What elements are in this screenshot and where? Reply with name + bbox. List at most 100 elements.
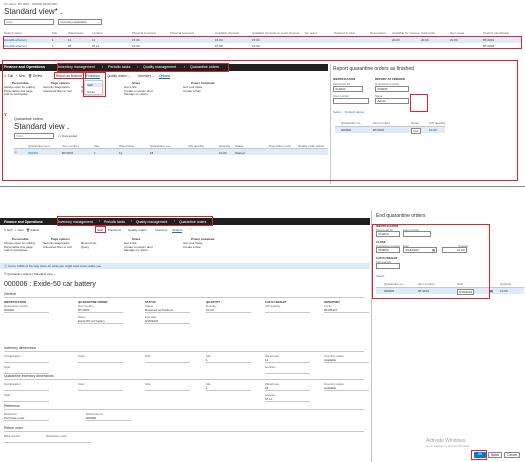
dialog-title: End quarantine orders bbox=[376, 213, 426, 219]
column-header[interactable]: Physical reserved bbox=[170, 31, 194, 35]
column-header[interactable]: Location bbox=[92, 31, 103, 35]
field-underline bbox=[145, 312, 190, 313]
tab-quality-orders[interactable]: Quality orders bbox=[128, 228, 147, 232]
ribbon-item[interactable]: Manage my alerts bbox=[124, 248, 148, 252]
column-header[interactable]: Search name bbox=[4, 31, 22, 35]
tab-inventory[interactable]: Inventory bbox=[155, 228, 167, 232]
batch-button[interactable]: Batch bbox=[488, 452, 502, 458]
section-divider bbox=[4, 379, 364, 380]
field-label: Configuration bbox=[4, 382, 21, 386]
field-underline bbox=[324, 312, 369, 313]
field-underline bbox=[78, 323, 123, 324]
info-icon: ⓘ bbox=[4, 264, 8, 268]
table-row-highlight bbox=[3, 36, 522, 49]
inventory-dropdown[interactable]: Inventory quantities ⌄ bbox=[58, 19, 102, 25]
cancel-button[interactable]: Cancel bbox=[504, 452, 520, 458]
new-button[interactable]: + New bbox=[15, 228, 24, 232]
field-underline bbox=[265, 362, 310, 363]
field-underline bbox=[324, 362, 369, 363]
field-underline bbox=[4, 362, 49, 363]
field-underline bbox=[324, 390, 369, 391]
edit-button[interactable]: ✎ Edit bbox=[4, 228, 13, 232]
field-underline bbox=[4, 312, 49, 313]
ribbon-item[interactable]: Create a flow bbox=[183, 245, 201, 249]
middle-screenshot-frame bbox=[2, 60, 518, 181]
chevron-down-icon[interactable]: ⌄ bbox=[58, 10, 63, 16]
search-icon[interactable]: ⌕ bbox=[190, 227, 192, 231]
field-underline bbox=[78, 390, 123, 391]
field-underline bbox=[145, 362, 190, 363]
section-divider bbox=[4, 351, 364, 352]
divider bbox=[0, 186, 525, 187]
field-underline bbox=[4, 442, 49, 443]
column-header[interactable]: Available physical on exact dimensi... bbox=[252, 31, 302, 35]
field-label: Size bbox=[145, 354, 151, 358]
column-header[interactable]: Warehouse bbox=[68, 31, 83, 35]
column-header[interactable]: Physical inventory bbox=[132, 31, 156, 35]
field-underline bbox=[4, 420, 49, 421]
column-header[interactable]: Item name bbox=[450, 31, 464, 35]
field-underline bbox=[78, 312, 123, 313]
field-underline bbox=[206, 362, 251, 363]
ribbon-item[interactable]: Query bbox=[81, 245, 89, 249]
general-section[interactable]: General bbox=[4, 292, 16, 296]
notice-bar: ⓘ You're 100% of the way there for what … bbox=[0, 263, 370, 269]
dialog-frame-highlight bbox=[372, 224, 490, 299]
breadcrumb: ⊽ Quarantine orders | Standard view ⌄ bbox=[4, 272, 57, 276]
column-header[interactable]: Site bbox=[52, 31, 57, 35]
column-header[interactable]: Available physical bbox=[215, 31, 239, 35]
column-header[interactable]: Ordered in total bbox=[334, 31, 355, 35]
field-underline bbox=[206, 390, 251, 391]
tab-options[interactable]: Options bbox=[172, 228, 183, 233]
quarantine-dimensions-section[interactable]: Quarantine inventory dimensions bbox=[4, 374, 54, 378]
column-header[interactable]: On order bbox=[305, 31, 317, 35]
field-underline bbox=[265, 401, 310, 402]
section-divider bbox=[4, 409, 364, 410]
column-header[interactable]: Total avail... bbox=[421, 31, 437, 35]
return-order-section[interactable]: Return order bbox=[4, 426, 23, 430]
page-title: Standard view bbox=[4, 7, 55, 16]
field-label: CW quantity bbox=[265, 304, 281, 308]
tab-functions[interactable]: Functions bbox=[108, 228, 121, 232]
record-title: 000006 : Exide-50 car battery bbox=[4, 281, 96, 288]
field-underline bbox=[265, 312, 310, 313]
field-label: Color bbox=[78, 354, 85, 358]
field-underline bbox=[206, 312, 251, 313]
column-header[interactable]: Product identificatio... bbox=[483, 31, 512, 35]
funnel-icon[interactable]: ⊽ bbox=[4, 272, 6, 276]
section-divider bbox=[4, 431, 364, 432]
field-underline bbox=[86, 420, 131, 421]
breadcrumb: On-hand : BT-0001 : 000000,MRAFTBH bbox=[4, 2, 58, 6]
app-title: Finance and Operations bbox=[4, 219, 43, 224]
ribbon-item[interactable]: Advanced filter or sort bbox=[43, 245, 72, 249]
activate-windows-watermark: Activate Windows Go to Settings to activ… bbox=[426, 438, 471, 448]
ribbon-item[interactable]: Add to workspace bbox=[4, 248, 28, 252]
delete-button[interactable]: 🗑 Delete bbox=[26, 228, 39, 232]
field-underline bbox=[46, 442, 91, 443]
table-cell[interactable]: 10.00 bbox=[500, 289, 508, 293]
lower-toolbar: ✎ Edit + New 🗑 Delete Start Functions Qu… bbox=[0, 226, 370, 233]
field-underline bbox=[145, 390, 190, 391]
start-highlight bbox=[95, 226, 106, 233]
chevron-down-icon: ⌄ bbox=[97, 20, 100, 24]
field-label: Style bbox=[4, 393, 11, 397]
name-column-highlight bbox=[410, 94, 428, 112]
field-underline bbox=[265, 390, 310, 391]
view-title-row[interactable]: Standard view* ⌄ bbox=[4, 7, 63, 16]
onhand-panel: On-hand : BT-0001 : 000000,MRAFTBH Stand… bbox=[0, 0, 525, 58]
column-header[interactable]: Quantity bbox=[500, 282, 511, 286]
field-label: Color bbox=[78, 382, 85, 386]
column-header[interactable]: Available for reserva... bbox=[392, 31, 420, 35]
calendar-icon[interactable]: ▦ bbox=[490, 289, 493, 293]
field-label: Size bbox=[145, 382, 151, 386]
inventory-dimensions-section[interactable]: Inventory dimensions bbox=[4, 346, 36, 350]
field-underline bbox=[4, 401, 49, 402]
filter-input[interactable]: Filter bbox=[4, 19, 54, 25]
lower-nav-highlight bbox=[57, 216, 213, 226]
field-underline bbox=[4, 390, 49, 391]
reference-section[interactable]: Reference bbox=[4, 404, 20, 408]
section-divider bbox=[4, 297, 364, 298]
field-label: Location bbox=[265, 365, 276, 369]
field-underline bbox=[145, 323, 190, 324]
column-header[interactable]: Reservation... bbox=[370, 31, 389, 35]
